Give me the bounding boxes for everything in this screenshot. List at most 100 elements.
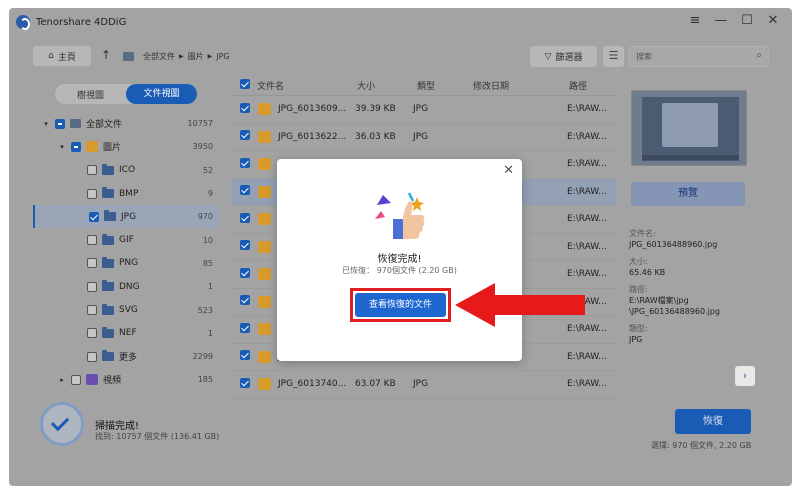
- row-checkbox[interactable]: [240, 157, 255, 171]
- tree-item-label: 視頻: [103, 376, 122, 387]
- tree-item[interactable]: DNG 1: [33, 275, 219, 298]
- cell-path: E:\RAW...: [567, 131, 607, 142]
- tree-item-checkbox[interactable]: [71, 374, 81, 385]
- tree-item[interactable]: SVG 523: [33, 298, 219, 321]
- column-path[interactable]: 路徑: [569, 79, 587, 92]
- row-checkbox[interactable]: [240, 377, 255, 391]
- sidebar: 樹視圖 文件視圖 ▾ 全部文件 10757 ▾ 圖片 3950 ICO 52 BMP 9 JPG 97…: [33, 76, 219, 392]
- cell-name: JPG_6013740...: [278, 379, 347, 390]
- tree-item-checkbox[interactable]: [87, 328, 97, 339]
- tree-item-checkbox[interactable]: [87, 281, 97, 292]
- filter-button[interactable]: ▽ 篩選器: [530, 46, 597, 67]
- computer-icon: [70, 119, 81, 129]
- select-all-checkbox[interactable]: [240, 79, 255, 92]
- column-name[interactable]: 文件名: [257, 79, 284, 92]
- breadcrumb-item[interactable]: 圖片: [188, 51, 204, 62]
- tree-item[interactable]: JPG 970: [33, 205, 219, 229]
- table-row[interactable]: JPG_6013622... 36.03 KB JPG E:\RAW...: [231, 124, 617, 151]
- path-label: 路徑:: [629, 285, 648, 294]
- tree-item[interactable]: PNG 85: [33, 252, 219, 275]
- recover-button[interactable]: 恢復: [675, 409, 751, 434]
- home-button[interactable]: ⌂ 主頁: [33, 46, 91, 66]
- row-checkbox[interactable]: [240, 322, 255, 336]
- tree-item[interactable]: ▸ 視頻 185: [33, 368, 219, 391]
- scan-complete-icon: [40, 402, 84, 446]
- close-icon[interactable]: ✕: [766, 14, 780, 28]
- tree-item[interactable]: 更多 2299: [33, 345, 219, 368]
- tree-item[interactable]: ICO 52: [33, 159, 219, 182]
- folder-icon: [102, 303, 114, 315]
- tree-item-checkbox[interactable]: [55, 118, 65, 129]
- breadcrumb-item[interactable]: JPG: [216, 52, 229, 61]
- maximize-icon[interactable]: ☐: [740, 14, 754, 28]
- tree-item[interactable]: NEF 1: [33, 322, 219, 345]
- tree-item-checkbox[interactable]: [71, 141, 81, 152]
- image-folder-icon: [86, 141, 98, 153]
- search-input[interactable]: 搜索 ⌕: [629, 46, 769, 67]
- column-type[interactable]: 類型: [417, 79, 435, 92]
- expand-caret-icon[interactable]: ▾: [57, 143, 67, 151]
- tree-item[interactable]: ▾ 圖片 3950: [33, 135, 219, 158]
- cell-type: JPG: [413, 104, 429, 115]
- row-checkbox[interactable]: [240, 102, 255, 116]
- breadcrumb-item[interactable]: 全部文件: [143, 51, 175, 62]
- folder-icon: [102, 163, 114, 175]
- dialog-close-icon[interactable]: ✕: [503, 163, 514, 178]
- row-checkbox[interactable]: [240, 295, 255, 308]
- row-checkbox[interactable]: [240, 350, 255, 363]
- computer-icon: [123, 52, 134, 61]
- folder-icon: [102, 326, 114, 338]
- expand-caret-icon[interactable]: ▸: [57, 376, 67, 384]
- row-checkbox[interactable]: [240, 240, 255, 253]
- type-value: JPG: [629, 335, 643, 344]
- view-recovered-files-button[interactable]: 查看恢復的文件: [355, 293, 446, 317]
- list-view-icon[interactable]: ☰: [603, 46, 624, 67]
- tree-item-label: ICO: [119, 165, 136, 176]
- tree-item-count: 85: [202, 258, 213, 268]
- thumbs-up-celebration-icon: [375, 192, 425, 239]
- tree-item-checkbox[interactable]: [87, 165, 97, 176]
- up-arrow-icon[interactable]: ↑: [101, 48, 111, 62]
- row-checkbox[interactable]: [240, 185, 255, 198]
- folder-icon: [102, 256, 114, 268]
- tree-item-checkbox[interactable]: [87, 258, 97, 269]
- search-placeholder: 搜索: [636, 52, 652, 61]
- tab-file-view[interactable]: 文件視圖: [126, 84, 197, 104]
- tree-item-checkbox[interactable]: [87, 351, 97, 362]
- tree-item[interactable]: BMP 9: [33, 182, 219, 205]
- dialog-summary: 已恢復： 970個文件 (2.20 GB): [342, 266, 457, 275]
- search-icon[interactable]: ⌕: [756, 50, 762, 61]
- tree-item-checkbox[interactable]: [87, 235, 97, 246]
- app-title: Tenorshare 4DDiG: [36, 16, 127, 28]
- tree-item-label: 圖片: [103, 143, 122, 154]
- tree-item-count: 185: [197, 375, 213, 385]
- cell-size: 36.03 KB: [355, 131, 396, 142]
- minimize-icon[interactable]: —: [714, 14, 728, 28]
- preview-button[interactable]: 預覽: [631, 182, 745, 206]
- tab-tree-view[interactable]: 樹視圖: [55, 88, 126, 101]
- tree-item-count: 1: [207, 328, 213, 338]
- app-logo-icon: [16, 15, 30, 30]
- row-checkbox[interactable]: [240, 130, 255, 143]
- column-date[interactable]: 修改日期: [473, 79, 509, 92]
- cell-path: E:\RAW...: [567, 186, 607, 197]
- column-size[interactable]: 大小: [357, 79, 375, 92]
- tree-item-label: BMP: [119, 188, 139, 199]
- row-checkbox[interactable]: [240, 267, 255, 281]
- tree-item-checkbox[interactable]: [87, 305, 97, 316]
- row-checkbox[interactable]: [240, 212, 255, 226]
- cell-path: E:\RAW...: [567, 269, 607, 280]
- tree-item-count: 523: [197, 305, 213, 315]
- next-arrow-icon[interactable]: ›: [735, 366, 755, 386]
- cell-path: E:\RAW...: [567, 214, 607, 225]
- tree-item-checkbox[interactable]: [87, 188, 97, 199]
- tree-item[interactable]: GIF 10: [33, 228, 219, 251]
- tree-item[interactable]: ▾ 全部文件 10757: [33, 112, 219, 135]
- tree-item-count: 9: [207, 189, 213, 199]
- scan-summary: 找到: 10757 個文件 (136.41 GB): [95, 432, 220, 441]
- tree-item-checkbox[interactable]: [89, 211, 99, 222]
- table-row[interactable]: JPG_6013609... 39.39 KB JPG E:\RAW...: [231, 96, 617, 124]
- title-bar: Tenorshare 4DDiG ≡ — ☐ ✕: [9, 8, 792, 36]
- expand-caret-icon[interactable]: ▾: [41, 120, 51, 128]
- menu-icon[interactable]: ≡: [688, 14, 702, 28]
